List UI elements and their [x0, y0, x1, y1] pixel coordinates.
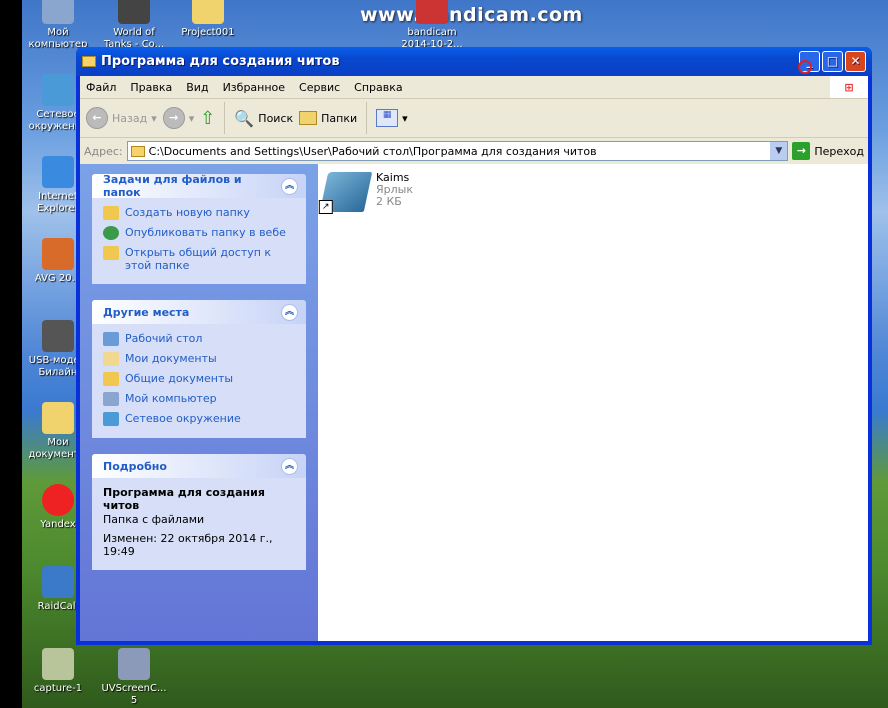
shortcut-book-icon: ↗ [318, 172, 373, 214]
new-folder-icon [103, 206, 119, 220]
shortcut-arrow-icon: ↗ [318, 200, 333, 214]
file-size: 2 КБ [376, 195, 402, 208]
address-dropdown-icon[interactable]: ▼ [770, 142, 788, 160]
menu-favorites[interactable]: Избранное [223, 81, 285, 94]
tasks-panel: Задачи для файлов и папок ︽ Создать новую… [92, 173, 306, 284]
folder-icon [130, 145, 145, 157]
address-bar: Адрес: C:\Documents and Settings\User\Ра… [80, 138, 868, 164]
menu-help[interactable]: Справка [354, 81, 402, 94]
folder-icon [103, 372, 119, 386]
task-publish-web[interactable]: Опубликовать папку в вебе [103, 226, 295, 240]
collapse-icon[interactable]: ︽ [281, 457, 298, 475]
cursor-highlight [798, 60, 812, 74]
task-new-folder[interactable]: Создать новую папку [103, 206, 295, 220]
other-places-panel: Другие места ︽ Рабочий стол Мои документы… [92, 300, 306, 438]
desktop-icon [103, 332, 119, 346]
menu-bar: Файл Правка Вид Избранное Сервис Справка… [80, 76, 868, 99]
go-button[interactable]: → Переход [792, 142, 864, 160]
views-icon: ▦ [376, 109, 399, 127]
search-icon: 🔍 [234, 108, 255, 128]
explorer-window: Программа для создания читов _ □ ✕ Файл … [76, 47, 872, 645]
file-view: ↗ Kaims Ярлык 2 КБ [318, 164, 868, 641]
desktop-icon-world-of-tanks[interactable]: World of Tanks - Co... [98, 0, 170, 51]
search-button[interactable]: 🔍 Поиск [234, 109, 293, 128]
close-button[interactable]: ✕ [845, 51, 866, 72]
window-title: Программа для создания читов [101, 54, 340, 69]
menu-tools[interactable]: Сервис [299, 81, 340, 94]
toolbar: ← Назад ▾ → ▾ ⇧ 🔍 Поиск Папки ▦ ▾ [80, 99, 868, 138]
back-arrow-icon: ← [86, 107, 108, 129]
place-shared-documents[interactable]: Общие документы [103, 372, 295, 386]
views-button[interactable]: ▦ ▾ [376, 109, 408, 127]
go-arrow-icon: → [792, 142, 811, 160]
watermark: www.Bandicam.com [360, 4, 583, 26]
address-input[interactable]: C:\Documents and Settings\User\Рабочий с… [126, 141, 789, 161]
menu-edit[interactable]: Правка [130, 81, 172, 94]
collapse-icon[interactable]: ︽ [281, 177, 298, 195]
desktop-icon-project001[interactable]: Project001 [172, 0, 244, 39]
desktop-icon-bandicam[interactable]: bandicam 2014-10-2... [396, 0, 468, 51]
globe-icon [103, 226, 119, 240]
folders-icon [299, 111, 318, 125]
windows-logo-icon: ⊞ [830, 76, 868, 98]
other-places-header[interactable]: Другие места ︽ [92, 300, 306, 324]
details-panel: Подробно ︽ Программа для создания читов П… [92, 454, 306, 570]
documents-icon [103, 352, 119, 366]
desktop-icon-capture[interactable]: capture-1 [22, 648, 94, 695]
place-my-computer[interactable]: Мой компьютер [103, 392, 295, 406]
place-desktop[interactable]: Рабочий стол [103, 332, 295, 346]
folder-icon [82, 56, 96, 67]
back-button[interactable]: ← Назад ▾ [86, 107, 157, 129]
shared-folder-icon [103, 246, 119, 260]
task-pane: Задачи для файлов и папок ︽ Создать новую… [80, 164, 318, 641]
forward-button[interactable]: → ▾ [162, 107, 194, 129]
up-button[interactable]: ⇧ [200, 108, 215, 129]
maximize-button[interactable]: □ [822, 51, 843, 72]
file-item[interactable]: ↗ Kaims Ярлык 2 КБ [318, 172, 413, 214]
desktop-icon-uvscreencamera[interactable]: UVScreenC... 5 [98, 648, 170, 707]
menu-file[interactable]: Файл [86, 81, 116, 94]
desktop-icon-my-computer[interactable]: Мой компьютер [22, 0, 94, 51]
title-bar[interactable]: Программа для создания читов _ □ ✕ [76, 47, 872, 76]
task-share-folder[interactable]: Открыть общий доступ к этой папке [103, 246, 295, 272]
collapse-icon[interactable]: ︽ [281, 303, 298, 321]
menu-view[interactable]: Вид [186, 81, 208, 94]
details-modified: Изменен: 22 октября 2014 г., 19:49 [103, 532, 273, 558]
computer-icon [103, 392, 119, 406]
place-network[interactable]: Сетевое окружение [103, 412, 295, 426]
network-icon [103, 412, 119, 426]
place-my-documents[interactable]: Мои документы [103, 352, 295, 366]
tasks-panel-header[interactable]: Задачи для файлов и папок ︽ [92, 173, 306, 199]
forward-arrow-icon: → [162, 107, 185, 129]
details-header[interactable]: Подробно ︽ [92, 454, 306, 478]
address-label: Адрес: [84, 144, 123, 158]
folders-button[interactable]: Папки [299, 111, 357, 125]
folder-up-icon: ⇧ [200, 107, 216, 129]
details-type: Папка с файлами [103, 513, 205, 526]
details-name: Программа для создания читов [103, 486, 265, 512]
